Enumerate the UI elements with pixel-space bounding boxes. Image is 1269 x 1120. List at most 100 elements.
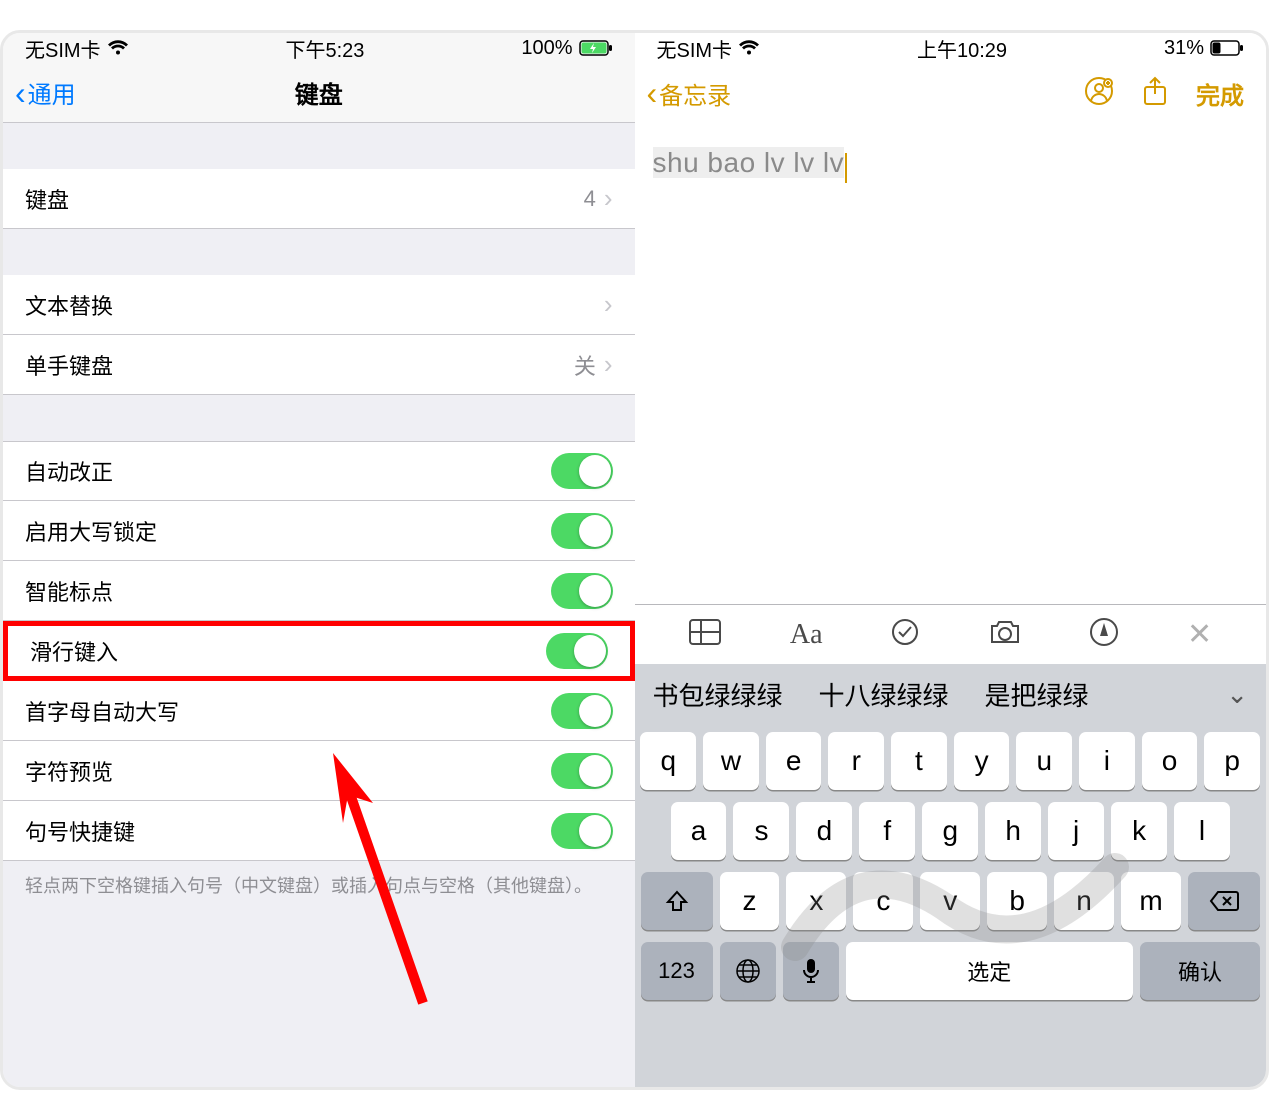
key-r[interactable]: r (828, 732, 884, 790)
one-handed-cell[interactable]: 单手键盘 关 › (3, 335, 635, 395)
shift-key[interactable] (641, 872, 713, 930)
nav-bar: ‹ 备忘录 完成 (635, 63, 1267, 123)
toggle-label: 字符预览 (25, 755, 113, 787)
key-w[interactable]: w (703, 732, 759, 790)
battery-text: 31% (1164, 37, 1204, 60)
key-g[interactable]: g (922, 802, 978, 860)
status-bar: 无SIM卡 上午10:29 31% (635, 33, 1267, 63)
key-z[interactable]: z (720, 872, 780, 930)
back-button[interactable]: ‹ 备忘录 (635, 76, 732, 111)
key-s[interactable]: s (733, 802, 789, 860)
toggle-switch[interactable] (551, 453, 613, 489)
battery-text: 100% (521, 37, 572, 60)
key-l[interactable]: l (1174, 802, 1230, 860)
chevron-right-icon: › (604, 183, 613, 214)
cell-value: 4 (584, 186, 596, 212)
cell-label: 键盘 (25, 183, 69, 215)
status-bar: 无SIM卡 下午5:23 100% (3, 33, 635, 63)
note-input-text: shu bao lv lv lv (653, 147, 845, 178)
toggle-switch[interactable] (551, 693, 613, 729)
back-button[interactable]: ‹ 通用 (3, 75, 76, 110)
text-format-icon[interactable]: Aa (790, 619, 823, 651)
toggle-switch[interactable] (551, 513, 613, 549)
key-k[interactable]: k (1111, 802, 1167, 860)
wifi-icon (107, 40, 129, 56)
key-m[interactable]: m (1121, 872, 1181, 930)
keyboards-cell[interactable]: 键盘 4 › (3, 169, 635, 229)
note-editor[interactable]: shu bao lv lv lv (635, 123, 1267, 207)
candidate[interactable]: 书包绿绿绿 (635, 676, 801, 713)
footer-text: 轻点两下空格键插入句号（中文键盘）或插入句点与空格（其他键盘）。 (3, 861, 635, 912)
key-f[interactable]: f (859, 802, 915, 860)
text-cursor (845, 153, 847, 183)
toggle-cell: 字符预览 (3, 741, 635, 801)
cell-label: 单手键盘 (25, 349, 113, 381)
candidate[interactable]: 十八绿绿绿 (801, 676, 967, 713)
key-a[interactable]: a (671, 802, 727, 860)
key-u[interactable]: u (1016, 732, 1072, 790)
key-v[interactable]: v (920, 872, 980, 930)
toggle-switch[interactable] (551, 573, 613, 609)
table-icon[interactable] (688, 618, 722, 651)
key-p[interactable]: p (1204, 732, 1260, 790)
toggle-switch[interactable] (551, 813, 613, 849)
toggle-label: 滑行键入 (30, 635, 118, 667)
key-d[interactable]: d (796, 802, 852, 860)
nav-bar: ‹ 通用 键盘 (3, 63, 635, 123)
confirm-key[interactable]: 确认 (1140, 942, 1260, 1000)
status-time: 上午10:29 (917, 34, 1007, 63)
toggle-cell: 启用大写锁定 (3, 501, 635, 561)
key-j[interactable]: j (1048, 802, 1104, 860)
share-icon[interactable] (1142, 76, 1168, 111)
chevron-left-icon: ‹ (647, 77, 658, 109)
toggle-cell: 滑行键入 (3, 621, 635, 681)
key-c[interactable]: c (853, 872, 913, 930)
key-b[interactable]: b (987, 872, 1047, 930)
key-n[interactable]: n (1054, 872, 1114, 930)
key-q[interactable]: q (640, 732, 696, 790)
battery-charging-icon (579, 40, 613, 56)
back-label: 通用 (28, 75, 76, 110)
toggle-label: 首字母自动大写 (25, 695, 179, 727)
key-t[interactable]: t (891, 732, 947, 790)
done-button[interactable]: 完成 (1196, 76, 1244, 111)
toggle-cell: 句号快捷键 (3, 801, 635, 861)
carrier-text: 无SIM卡 (657, 34, 733, 63)
key-e[interactable]: e (766, 732, 822, 790)
toggle-cell: 自动改正 (3, 441, 635, 501)
carrier-text: 无SIM卡 (25, 34, 101, 63)
toggle-switch[interactable] (546, 633, 608, 669)
candidate-bar: 书包绿绿绿 十八绿绿绿 是把绿绿 ⌄ (635, 664, 1267, 724)
toggle-label: 句号快捷键 (25, 815, 135, 847)
markup-icon[interactable] (1089, 617, 1119, 652)
dictation-key[interactable] (783, 942, 839, 1000)
nav-title: 键盘 (3, 75, 635, 110)
toggle-cell: 首字母自动大写 (3, 681, 635, 741)
key-x[interactable]: x (786, 872, 846, 930)
globe-key[interactable] (720, 942, 776, 1000)
toggle-label: 启用大写锁定 (25, 515, 157, 547)
delete-key[interactable] (1188, 872, 1260, 930)
cell-label: 文本替换 (25, 289, 113, 321)
numbers-key[interactable]: 123 (641, 942, 713, 1000)
add-person-icon[interactable] (1084, 76, 1114, 111)
notes-pane: 无SIM卡 上午10:29 31% ‹ 备忘录 完成 (635, 33, 1267, 1087)
candidate[interactable]: 是把绿绿 (967, 676, 1107, 713)
expand-candidates-icon[interactable]: ⌄ (1208, 679, 1266, 710)
key-o[interactable]: o (1142, 732, 1198, 790)
checklist-icon[interactable] (890, 617, 920, 652)
toggle-switch[interactable] (551, 753, 613, 789)
close-toolbar-icon[interactable]: ✕ (1187, 617, 1212, 652)
camera-icon[interactable] (988, 618, 1022, 651)
text-replacement-cell[interactable]: 文本替换 › (3, 275, 635, 335)
key-y[interactable]: y (954, 732, 1010, 790)
notes-toolbar: Aa ✕ (635, 604, 1267, 664)
toggle-label: 智能标点 (25, 575, 113, 607)
keyboard: qwertyuiop asdfghjkl zxcvbnm 123 选定 确认 (635, 724, 1267, 1087)
space-key[interactable]: 选定 (846, 942, 1134, 1000)
key-i[interactable]: i (1079, 732, 1135, 790)
chevron-left-icon: ‹ (15, 77, 26, 109)
chevron-right-icon: › (604, 349, 613, 380)
chevron-right-icon: › (604, 289, 613, 320)
key-h[interactable]: h (985, 802, 1041, 860)
